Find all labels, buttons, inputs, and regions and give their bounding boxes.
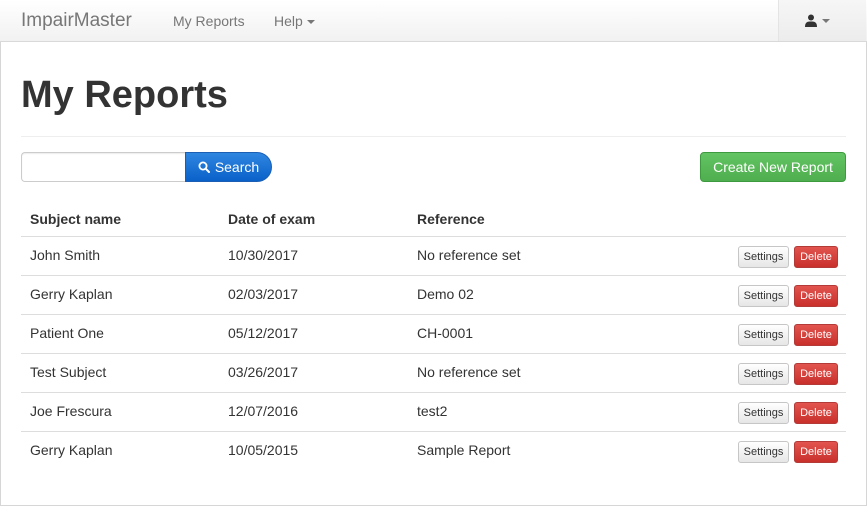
column-header-subject-name[interactable]: Subject name xyxy=(30,211,121,227)
cell-subject-name: John Smith xyxy=(30,247,101,263)
nav-help-dropdown[interactable]: Help xyxy=(274,13,315,29)
table-row: Test Subject 03/26/2017 No reference set… xyxy=(21,354,846,393)
cell-subject-name: Gerry Kaplan xyxy=(30,286,113,302)
cell-date-of-exam: 10/05/2015 xyxy=(228,442,299,458)
brand-logo[interactable]: ImpairMaster xyxy=(21,10,132,32)
settings-button[interactable]: Settings xyxy=(738,246,789,268)
table-row: Gerry Kaplan 02/03/2017 Demo 02 Settings… xyxy=(21,276,846,315)
nav-my-reports[interactable]: My Reports xyxy=(173,13,245,29)
search-icon xyxy=(198,161,210,173)
table-header: Subject name Date of exam Reference xyxy=(21,200,846,237)
table-row: Patient One 05/12/2017 CH-0001 Settings … xyxy=(21,315,846,354)
search-input[interactable] xyxy=(21,152,186,182)
table-row: John Smith 10/30/2017 No reference set S… xyxy=(21,237,846,276)
cell-reference: CH-0001 xyxy=(417,325,474,341)
cell-reference: No reference set xyxy=(417,247,521,263)
chevron-down-icon xyxy=(822,19,830,23)
cell-reference: test2 xyxy=(417,403,448,419)
settings-button[interactable]: Settings xyxy=(738,441,789,463)
cell-reference: No reference set xyxy=(417,364,521,380)
settings-button[interactable]: Settings xyxy=(738,285,789,307)
delete-button[interactable]: Delete xyxy=(794,402,838,424)
page-title: My Reports xyxy=(21,74,228,116)
settings-button[interactable]: Settings xyxy=(738,402,789,424)
settings-button[interactable]: Settings xyxy=(738,363,789,385)
search-button[interactable]: Search xyxy=(185,152,272,182)
create-new-report-button[interactable]: Create New Report xyxy=(700,152,846,182)
user-menu-dropdown[interactable] xyxy=(778,0,866,41)
delete-button[interactable]: Delete xyxy=(794,441,838,463)
user-icon xyxy=(805,14,817,27)
chevron-down-icon xyxy=(306,20,315,24)
column-header-date-of-exam[interactable]: Date of exam xyxy=(228,211,315,227)
delete-button[interactable]: Delete xyxy=(794,246,838,268)
settings-button[interactable]: Settings xyxy=(738,324,789,346)
search-button-label: Search xyxy=(214,159,260,175)
column-header-reference[interactable]: Reference xyxy=(417,211,485,227)
cell-subject-name: Test Subject xyxy=(30,364,107,380)
delete-button[interactable]: Delete xyxy=(794,285,838,307)
cell-date-of-exam: 03/26/2017 xyxy=(228,364,299,380)
cell-date-of-exam: 10/30/2017 xyxy=(228,247,299,263)
table-row: Joe Frescura 12/07/2016 test2 Settings D… xyxy=(21,393,846,432)
cell-date-of-exam: 05/12/2017 xyxy=(228,325,299,341)
cell-reference: Demo 02 xyxy=(417,286,474,302)
top-navbar: ImpairMaster My Reports Help xyxy=(0,0,867,42)
cell-subject-name: Patient One xyxy=(30,325,104,341)
cell-subject-name: Joe Frescura xyxy=(30,403,112,419)
table-row: Gerry Kaplan 10/05/2015 Sample Report Se… xyxy=(21,432,846,471)
cell-date-of-exam: 12/07/2016 xyxy=(228,403,299,419)
delete-button[interactable]: Delete xyxy=(794,324,838,346)
cell-date-of-exam: 02/03/2017 xyxy=(228,286,299,302)
cell-subject-name: Gerry Kaplan xyxy=(30,442,113,458)
nav-help-label: Help xyxy=(274,13,303,29)
cell-reference: Sample Report xyxy=(417,442,511,458)
delete-button[interactable]: Delete xyxy=(794,363,838,385)
header-divider xyxy=(21,136,846,137)
